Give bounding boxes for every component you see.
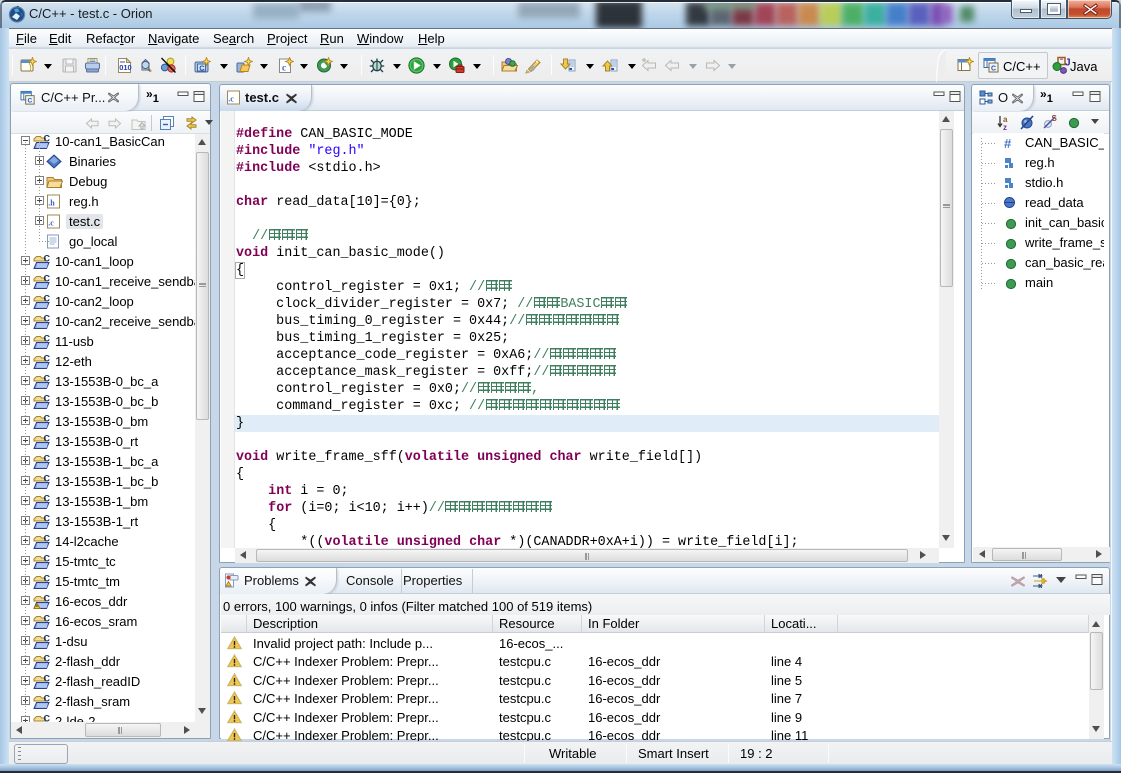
svg-text:C: C — [44, 654, 51, 664]
svg-text:#: # — [1004, 136, 1012, 150]
svg-text:C: C — [28, 98, 33, 105]
svg-text:C: C — [44, 374, 51, 384]
svg-text:010: 010 — [119, 63, 132, 72]
svg-text:C: C — [44, 134, 51, 144]
svg-text:C: C — [44, 634, 51, 644]
svg-text:C: C — [44, 434, 51, 444]
svg-text:.h: .h — [48, 199, 55, 208]
svg-text:.c: .c — [228, 95, 234, 104]
svg-text:C: C — [44, 354, 51, 364]
svg-text:c: c — [282, 63, 286, 73]
svg-text:C: C — [44, 394, 51, 404]
svg-text:C: C — [44, 454, 51, 464]
svg-text:C: C — [44, 534, 51, 544]
svg-text:C: C — [44, 294, 51, 304]
svg-text:C: C — [44, 334, 51, 344]
svg-text:C: C — [44, 274, 51, 284]
svg-text:C: C — [44, 554, 51, 564]
svg-text:C: C — [44, 694, 51, 704]
svg-text:C: C — [44, 594, 51, 604]
svg-text:C: C — [199, 64, 205, 73]
svg-text:C: C — [44, 574, 51, 584]
svg-text:C: C — [44, 414, 51, 424]
svg-text:.c: .c — [48, 219, 54, 228]
svg-text:z: z — [1003, 123, 1007, 131]
svg-text:C: C — [44, 314, 51, 324]
svg-text:C: C — [44, 714, 51, 722]
svg-text:C: C — [44, 514, 51, 524]
svg-text:C: C — [44, 254, 51, 264]
svg-text:C: C — [44, 474, 51, 484]
svg-text:C: C — [44, 614, 51, 624]
svg-text:C: C — [991, 66, 996, 73]
svg-text:C: C — [44, 674, 51, 684]
svg-text:C: C — [44, 494, 51, 504]
